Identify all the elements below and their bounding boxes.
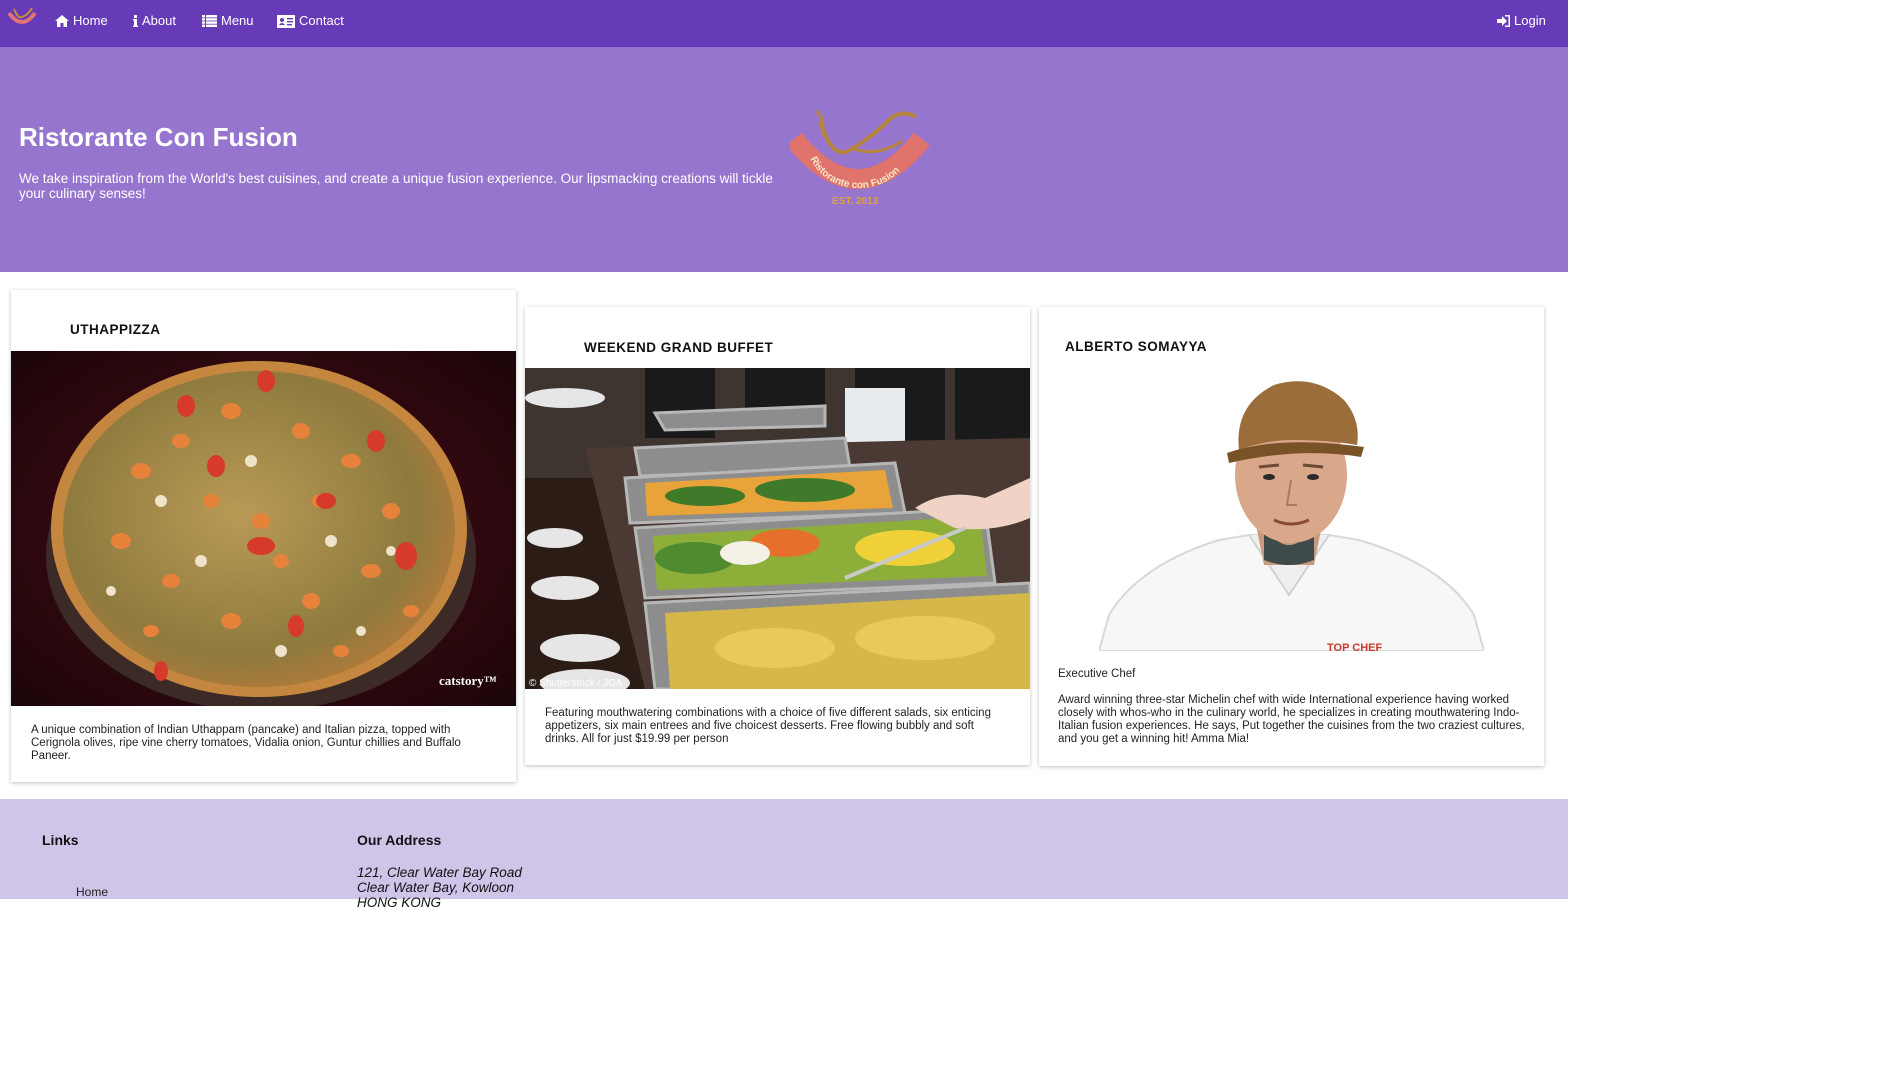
card-text: Featuring mouthwatering combinations wit…	[545, 707, 991, 745]
nav-about-label: About	[142, 13, 176, 28]
nav-menu-label: Menu	[221, 13, 254, 28]
nav-about[interactable]: About	[133, 13, 176, 29]
home-icon	[55, 15, 69, 27]
sign-in-icon	[1497, 15, 1510, 27]
list-icon	[202, 15, 217, 27]
card-title: WEEKEND GRAND BUFFET	[584, 340, 774, 355]
footer-links-heading: Links	[42, 832, 79, 848]
footer-link-home[interactable]: Home	[76, 885, 108, 899]
address-line: 121, Clear Water Bay Road	[357, 865, 522, 880]
nav-contact[interactable]: Contact	[277, 13, 344, 29]
address-line: Clear Water Bay, Kowloon	[357, 880, 515, 895]
card-title: ALBERTO SOMAYYA	[1065, 339, 1208, 354]
chef-portrait-image: TOP CHEF	[1099, 365, 1484, 651]
leader-card-alberto: ALBERTO SOMAYYA TOP CHEF Executive Chef …	[1039, 307, 1544, 766]
address-card-icon	[277, 14, 295, 28]
footer-address: 121, Clear Water Bay Road Clear Water Ba…	[357, 865, 522, 910]
nav-home-label: Home	[73, 13, 108, 28]
card-text: A unique combination of Indian Uthappam …	[31, 724, 461, 762]
uthappizza-image: catstory™	[11, 351, 516, 706]
dish-card-uthappizza: UTHAPPIZZA catstory™ A unique combinatio…	[11, 290, 516, 782]
top-chef-logo: TOP CHEF	[1327, 642, 1382, 651]
nav-menu[interactable]: Menu	[202, 13, 254, 29]
nav-home[interactable]: Home	[55, 13, 108, 29]
footer-address-heading: Our Address	[357, 832, 442, 848]
login-label: Login	[1514, 13, 1546, 28]
login-button[interactable]: Login	[1497, 13, 1546, 29]
hero-text: We take inspiration from the World's bes…	[19, 171, 773, 201]
image-credit: © Shutterstock / JGA	[529, 678, 623, 689]
buffet-image: © Shutterstock / JGA	[525, 368, 1030, 689]
nav-contact-label: Contact	[299, 13, 344, 28]
footer: Links Home Our Address 121, Clear Water …	[0, 799, 1568, 910]
card-title: UTHAPPIZZA	[70, 322, 161, 337]
dish-card-buffet: WEEKEND GRAND BUFFET © Shutterstock / JG…	[525, 307, 1030, 765]
card-subtitle: Executive Chef	[1058, 668, 1136, 680]
restaurant-logo-icon[interactable]	[6, 5, 38, 31]
card-text: Award winning three-star Michelin chef w…	[1058, 694, 1525, 745]
image-watermark: catstory™	[439, 673, 497, 688]
info-icon	[133, 15, 138, 27]
logo-est-text: EST. 2013	[832, 196, 879, 207]
navbar: Home About Menu Contact Login	[0, 0, 1568, 47]
hero-title: Ristorante Con Fusion	[19, 122, 298, 152]
address-line: HONG KONG	[357, 895, 442, 910]
restaurant-logo: Ristorante con Fusion EST. 2013	[790, 109, 930, 207]
jumbotron: Ristorante Con Fusion We take inspiratio…	[0, 47, 1568, 272]
